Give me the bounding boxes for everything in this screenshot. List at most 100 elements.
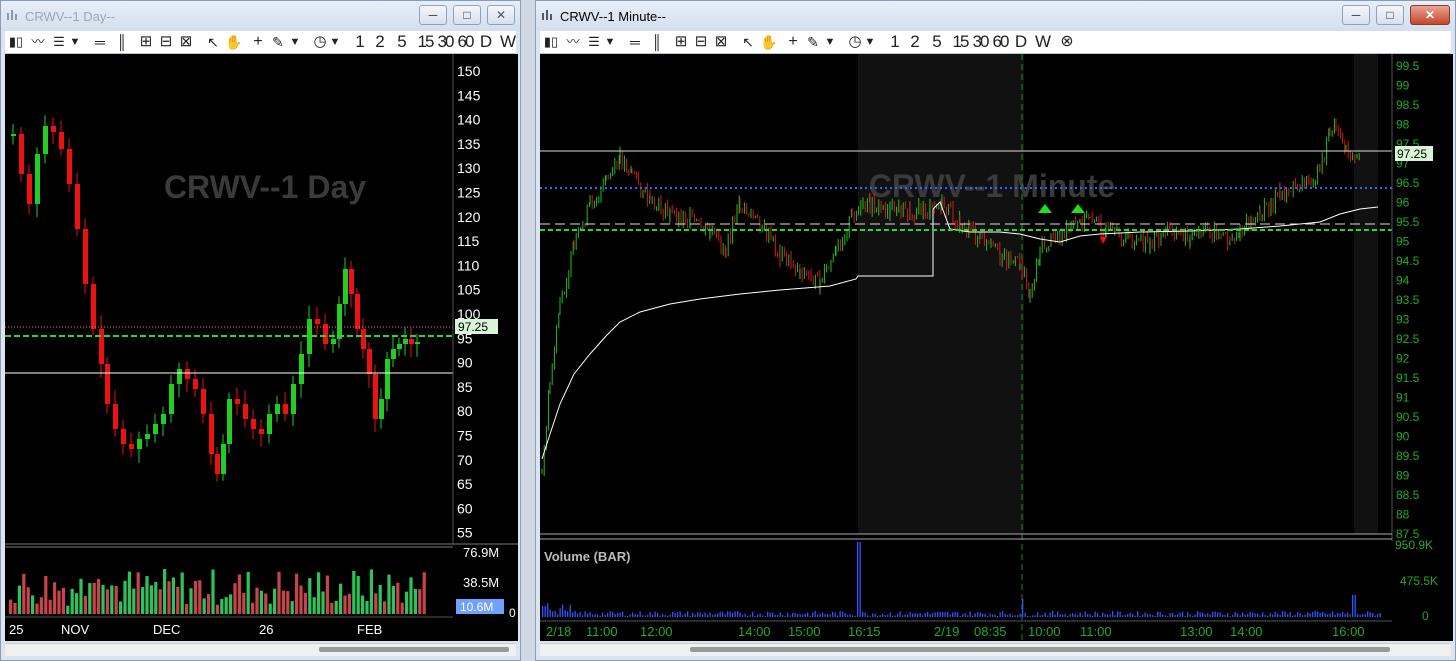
minute-volume-bar — [942, 612, 944, 617]
chevron-down-icon[interactable]: ▼ — [69, 31, 81, 53]
horizontal-scrollbar[interactable] — [540, 643, 1451, 656]
studies-icon[interactable]: ☰ — [49, 31, 69, 53]
minute-volume-bar — [744, 613, 746, 617]
chevron-down-icon[interactable]: ▼ — [604, 31, 616, 53]
minute-volume-bar — [582, 615, 584, 617]
pencil-icon[interactable]: ✎ — [804, 31, 822, 53]
daily-candle-body — [373, 374, 378, 419]
interval-60[interactable]: 60 — [990, 31, 1010, 53]
close-button[interactable]: ✕ — [487, 5, 515, 25]
minute-volume-bar — [1087, 614, 1089, 617]
hand-icon[interactable]: ✋ — [760, 31, 778, 53]
line-chart-icon[interactable]: 〰 — [564, 31, 582, 53]
minute-volume-bar — [1344, 613, 1346, 617]
maximize-button[interactable]: □ — [1376, 5, 1404, 25]
daily-chart-area[interactable]: CRWV--1 Day 150 145 140 135 130 125 120 115 110 1… — [5, 54, 518, 641]
clock-icon[interactable]: ◷ — [846, 31, 864, 53]
close-button[interactable]: ✕ — [1410, 5, 1450, 25]
interval-30[interactable]: 30 — [435, 31, 455, 53]
zoom-in-icon[interactable]: ⊞ — [137, 31, 155, 53]
maximize-button[interactable]: □ — [453, 5, 481, 25]
horizontal-line-icon[interactable]: ═ — [91, 31, 109, 53]
chevron-down-icon[interactable]: ▼ — [864, 31, 876, 53]
minute-volume-bar — [767, 611, 769, 617]
minute-volume-bar — [872, 613, 874, 617]
horizontal-scrollbar[interactable] — [5, 643, 516, 656]
clock-icon[interactable]: ◷ — [311, 31, 329, 53]
chevron-down-icon[interactable]: ▼ — [289, 31, 301, 53]
bar-chart-icon[interactable]: ▮▯ — [542, 31, 560, 53]
scrollbar-thumb[interactable] — [319, 647, 509, 652]
minute-chart-svg[interactable]: CRWV--1 Minute 99.59998.59897.59796.5969… — [540, 54, 1453, 641]
daily-volume-bar — [70, 588, 74, 614]
zoom-out-icon[interactable]: ⊟ — [157, 31, 175, 53]
zoom-fit-icon[interactable]: ⊠ — [177, 31, 195, 53]
interval-15[interactable]: 15 — [415, 31, 435, 53]
crosshair-icon[interactable]: + — [249, 31, 267, 53]
minute-volume-bar — [1204, 614, 1206, 617]
interval-15[interactable]: 15 — [950, 31, 970, 53]
minute-volume-bar — [1367, 611, 1369, 617]
minimize-button[interactable]: ─ — [1342, 5, 1370, 25]
daily-volume-bar — [35, 603, 39, 614]
minute-volume-bar — [1102, 612, 1104, 617]
interval-5[interactable]: 5 — [930, 31, 944, 53]
zoom-out-icon[interactable]: ⊟ — [692, 31, 710, 53]
minute-volume-bar — [989, 613, 991, 617]
minute-volume-bars — [542, 542, 1381, 617]
interval-day[interactable]: D — [1014, 31, 1028, 53]
minute-volume-bar — [992, 614, 994, 617]
minute-volume-bar — [1099, 615, 1101, 617]
minute-chart-area[interactable]: CRWV--1 Minute 99.5 99 98.5 98 97.5 97 96.5 96 9… — [540, 54, 1453, 641]
interval-60[interactable]: 60 — [455, 31, 475, 53]
minute-volume-bar — [1079, 612, 1081, 617]
studies-icon[interactable]: ☰ — [584, 31, 604, 53]
horizontal-line-icon[interactable]: ═ — [626, 31, 644, 53]
daily-volume-bars — [9, 569, 426, 614]
minute-volume-bar — [859, 542, 861, 617]
interval-2[interactable]: 2 — [373, 31, 387, 53]
interval-week[interactable]: W — [499, 31, 517, 53]
minute-volume-bar — [687, 611, 689, 617]
interval-2[interactable]: 2 — [908, 31, 922, 53]
pointer-icon[interactable]: ↖ — [205, 31, 221, 53]
interval-30[interactable]: 30 — [970, 31, 990, 53]
scrollbar-thumb[interactable] — [690, 647, 1390, 652]
title-bar[interactable]: CRWV--1 Day-- ─ □ ✕ — [1, 1, 520, 31]
minimize-button[interactable]: ─ — [419, 5, 447, 25]
pencil-icon[interactable]: ✎ — [269, 31, 287, 53]
interval-1[interactable]: 1 — [353, 31, 367, 53]
interval-day[interactable]: D — [479, 31, 493, 53]
line-chart-icon[interactable]: 〰 — [29, 31, 47, 53]
daily-candle-body — [331, 339, 336, 344]
pointer-icon[interactable]: ↖ — [740, 31, 756, 53]
daily-volume-bar — [365, 600, 369, 614]
minute-volume-bar — [842, 611, 844, 617]
minute-volume-bar — [1064, 613, 1066, 617]
interval-1[interactable]: 1 — [888, 31, 902, 53]
minute-chart-window: CRWV--1 Minute-- ─ □ ✕ ▮▯ 〰 ☰ ▼ ═ ║ ⊞ ⊟ … — [535, 0, 1456, 661]
zoom-fit-icon[interactable]: ⊠ — [712, 31, 730, 53]
daily-volume-bar — [264, 593, 268, 614]
price-axis-label: 95 — [1396, 235, 1410, 249]
daily-chart-svg[interactable]: CRWV--1 Day 150 145 140 135 130 125 120 115 110 1… — [5, 54, 518, 641]
close-circle-icon[interactable]: ⊗ — [1058, 31, 1076, 53]
interval-5[interactable]: 5 — [395, 31, 409, 53]
chevron-down-icon[interactable]: ▼ — [824, 31, 836, 53]
minute-volume-bar — [877, 615, 879, 617]
chevron-down-icon[interactable]: ▼ — [329, 31, 341, 53]
vertical-lines-icon[interactable]: ║ — [648, 31, 666, 53]
title-bar[interactable]: CRWV--1 Minute-- ─ □ ✕ — [536, 1, 1455, 31]
zoom-in-icon[interactable]: ⊞ — [672, 31, 690, 53]
vertical-lines-icon[interactable]: ║ — [113, 31, 131, 53]
price-axis-label: 80 — [457, 403, 473, 419]
minute-volume-bar — [952, 612, 954, 617]
hand-icon[interactable]: ✋ — [225, 31, 243, 53]
minute-volume-bar — [1237, 613, 1239, 617]
minute-volume-bar — [892, 615, 894, 617]
interval-week[interactable]: W — [1034, 31, 1052, 53]
minute-volume-bar — [884, 614, 886, 617]
crosshair-icon[interactable]: + — [784, 31, 802, 53]
bar-chart-icon[interactable]: ▮▯ — [7, 31, 25, 53]
minute-volume-bar — [827, 614, 829, 617]
